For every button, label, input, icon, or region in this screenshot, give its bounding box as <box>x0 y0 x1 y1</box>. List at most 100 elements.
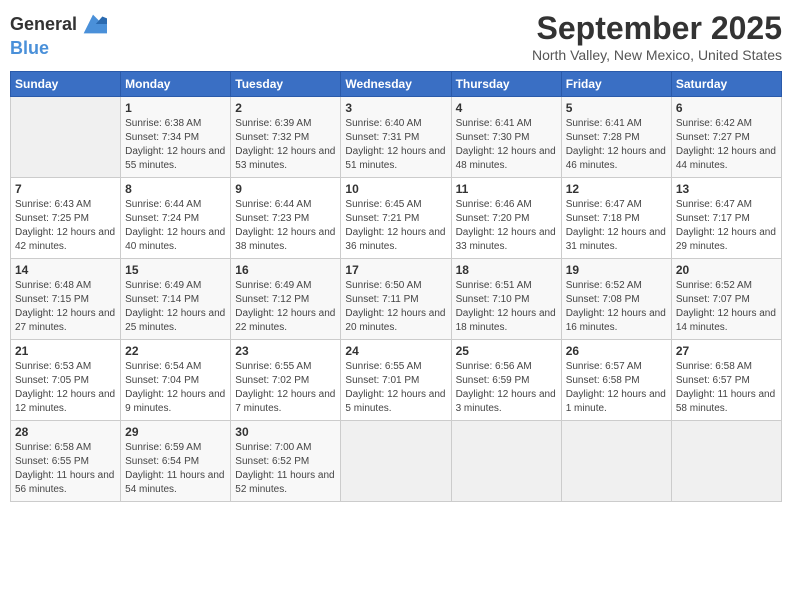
day-detail: Sunrise: 6:54 AMSunset: 7:04 PMDaylight:… <box>125 360 226 416</box>
day-detail: Sunrise: 6:58 AMSunset: 6:55 PMDaylight:… <box>15 441 116 497</box>
day-detail: Sunrise: 6:46 AMSunset: 7:20 PMDaylight:… <box>456 198 557 254</box>
calendar-day-15: 15 Sunrise: 6:49 AMSunset: 7:14 PMDayligh… <box>121 259 231 340</box>
calendar-day-empty <box>11 97 121 178</box>
day-number: 13 <box>676 182 777 196</box>
calendar-day-empty <box>341 421 451 502</box>
day-detail: Sunrise: 6:40 AMSunset: 7:31 PMDaylight:… <box>345 117 446 173</box>
day-number: 17 <box>345 263 446 277</box>
calendar-day-28: 28Sunrise: 6:58 AMSunset: 6:55 PMDayligh… <box>11 421 121 502</box>
calendar-day-14: 14 Sunrise: 6:48 AMSunset: 7:15 PMDayligh… <box>11 259 121 340</box>
title-block: September 2025 North Valley, New Mexico,… <box>532 10 782 63</box>
day-detail: Sunrise: 6:52 AMSunset: 7:07 PMDaylight:… <box>676 279 777 335</box>
day-detail: Sunrise: 6:49 AMSunset: 7:14 PMDaylight:… <box>125 279 226 335</box>
calendar-day-7: 7Sunrise: 6:43 AMSunset: 7:25 PMDaylight… <box>11 178 121 259</box>
day-number: 6 <box>676 101 777 115</box>
day-number: 27 <box>676 344 777 358</box>
day-detail: Sunrise: 6:59 AMSunset: 6:54 PMDaylight:… <box>125 441 226 497</box>
day-detail: Sunrise: 6:47 AMSunset: 7:17 PMDaylight:… <box>676 198 777 254</box>
calendar-day-24: 24 Sunrise: 6:55 AMSunset: 7:01 PMDayligh… <box>341 340 451 421</box>
day-number: 21 <box>15 344 116 358</box>
day-number: 4 <box>456 101 557 115</box>
calendar-day-16: 16 Sunrise: 6:49 AMSunset: 7:12 PMDayligh… <box>231 259 341 340</box>
month-title: September 2025 <box>532 10 782 47</box>
calendar-day-3: 3Sunrise: 6:40 AMSunset: 7:31 PMDaylight… <box>341 97 451 178</box>
day-detail: Sunrise: 6:57 AMSunset: 6:58 PMDaylight:… <box>566 360 667 416</box>
day-detail: Sunrise: 6:45 AMSunset: 7:21 PMDaylight:… <box>345 198 446 254</box>
calendar-day-25: 25 Sunrise: 6:56 AMSunset: 6:59 PMDayligh… <box>451 340 561 421</box>
day-number: 25 <box>456 344 557 358</box>
day-number: 22 <box>125 344 226 358</box>
calendar-day-4: 4 Sunrise: 6:41 AMSunset: 7:30 PMDaylight… <box>451 97 561 178</box>
calendar-day-18: 18 Sunrise: 6:51 AMSunset: 7:10 PMDayligh… <box>451 259 561 340</box>
day-number: 18 <box>456 263 557 277</box>
day-detail: Sunrise: 6:56 AMSunset: 6:59 PMDaylight:… <box>456 360 557 416</box>
weekday-header-friday: Friday <box>561 72 671 97</box>
calendar-week-row: 7Sunrise: 6:43 AMSunset: 7:25 PMDaylight… <box>11 178 782 259</box>
calendar-day-23: 23 Sunrise: 6:55 AMSunset: 7:02 PMDayligh… <box>231 340 341 421</box>
calendar-day-19: 19 Sunrise: 6:52 AMSunset: 7:08 PMDayligh… <box>561 259 671 340</box>
weekday-header-thursday: Thursday <box>451 72 561 97</box>
calendar-day-22: 22 Sunrise: 6:54 AMSunset: 7:04 PMDayligh… <box>121 340 231 421</box>
day-detail: Sunrise: 6:55 AMSunset: 7:02 PMDaylight:… <box>235 360 336 416</box>
day-number: 19 <box>566 263 667 277</box>
logo-general: General <box>10 14 77 35</box>
calendar-day-29: 29 Sunrise: 6:59 AMSunset: 6:54 PMDayligh… <box>121 421 231 502</box>
day-detail: Sunrise: 7:00 AMSunset: 6:52 PMDaylight:… <box>235 441 336 497</box>
day-number: 23 <box>235 344 336 358</box>
calendar-week-row: 21 Sunrise: 6:53 AMSunset: 7:05 PMDayligh… <box>11 340 782 421</box>
day-number: 10 <box>345 182 446 196</box>
day-number: 29 <box>125 425 226 439</box>
calendar-day-21: 21 Sunrise: 6:53 AMSunset: 7:05 PMDayligh… <box>11 340 121 421</box>
day-detail: Sunrise: 6:42 AMSunset: 7:27 PMDaylight:… <box>676 117 777 173</box>
day-number: 24 <box>345 344 446 358</box>
day-detail: Sunrise: 6:50 AMSunset: 7:11 PMDaylight:… <box>345 279 446 335</box>
calendar-day-9: 9Sunrise: 6:44 AMSunset: 7:23 PMDaylight… <box>231 178 341 259</box>
day-detail: Sunrise: 6:44 AMSunset: 7:23 PMDaylight:… <box>235 198 336 254</box>
day-detail: Sunrise: 6:55 AMSunset: 7:01 PMDaylight:… <box>345 360 446 416</box>
calendar-day-5: 5 Sunrise: 6:41 AMSunset: 7:28 PMDaylight… <box>561 97 671 178</box>
day-number: 11 <box>456 182 557 196</box>
day-detail: Sunrise: 6:47 AMSunset: 7:18 PMDaylight:… <box>566 198 667 254</box>
day-number: 12 <box>566 182 667 196</box>
calendar-week-row: 28Sunrise: 6:58 AMSunset: 6:55 PMDayligh… <box>11 421 782 502</box>
calendar-day-27: 27 Sunrise: 6:58 AMSunset: 6:57 PMDayligh… <box>671 340 781 421</box>
calendar-week-row: 1Sunrise: 6:38 AMSunset: 7:34 PMDaylight… <box>11 97 782 178</box>
day-detail: Sunrise: 6:39 AMSunset: 7:32 PMDaylight:… <box>235 117 336 173</box>
day-number: 16 <box>235 263 336 277</box>
day-detail: Sunrise: 6:51 AMSunset: 7:10 PMDaylight:… <box>456 279 557 335</box>
day-detail: Sunrise: 6:53 AMSunset: 7:05 PMDaylight:… <box>15 360 116 416</box>
day-number: 5 <box>566 101 667 115</box>
day-number: 26 <box>566 344 667 358</box>
calendar-day-empty <box>671 421 781 502</box>
day-number: 20 <box>676 263 777 277</box>
calendar-day-2: 2Sunrise: 6:39 AMSunset: 7:32 PMDaylight… <box>231 97 341 178</box>
calendar-day-20: 20 Sunrise: 6:52 AMSunset: 7:07 PMDayligh… <box>671 259 781 340</box>
day-detail: Sunrise: 6:48 AMSunset: 7:15 PMDaylight:… <box>15 279 116 335</box>
day-detail: Sunrise: 6:52 AMSunset: 7:08 PMDaylight:… <box>566 279 667 335</box>
logo: General Blue <box>10 10 107 59</box>
day-detail: Sunrise: 6:38 AMSunset: 7:34 PMDaylight:… <box>125 117 226 173</box>
day-detail: Sunrise: 6:58 AMSunset: 6:57 PMDaylight:… <box>676 360 777 416</box>
calendar-day-6: 6 Sunrise: 6:42 AMSunset: 7:27 PMDaylight… <box>671 97 781 178</box>
calendar-day-17: 17 Sunrise: 6:50 AMSunset: 7:11 PMDayligh… <box>341 259 451 340</box>
calendar-day-empty <box>561 421 671 502</box>
weekday-header-wednesday: Wednesday <box>341 72 451 97</box>
calendar-table: SundayMondayTuesdayWednesdayThursdayFrid… <box>10 71 782 502</box>
weekday-header-monday: Monday <box>121 72 231 97</box>
weekday-header-tuesday: Tuesday <box>231 72 341 97</box>
day-number: 30 <box>235 425 336 439</box>
page-header: General Blue September 2025 North Valley… <box>10 10 782 63</box>
calendar-day-13: 13 Sunrise: 6:47 AMSunset: 7:17 PMDayligh… <box>671 178 781 259</box>
day-number: 15 <box>125 263 226 277</box>
logo-blue: Blue <box>10 38 49 58</box>
day-detail: Sunrise: 6:41 AMSunset: 7:28 PMDaylight:… <box>566 117 667 173</box>
day-number: 14 <box>15 263 116 277</box>
calendar-day-30: 30 Sunrise: 7:00 AMSunset: 6:52 PMDayligh… <box>231 421 341 502</box>
day-detail: Sunrise: 6:44 AMSunset: 7:24 PMDaylight:… <box>125 198 226 254</box>
weekday-header-row: SundayMondayTuesdayWednesdayThursdayFrid… <box>11 72 782 97</box>
day-detail: Sunrise: 6:41 AMSunset: 7:30 PMDaylight:… <box>456 117 557 173</box>
calendar-day-1: 1Sunrise: 6:38 AMSunset: 7:34 PMDaylight… <box>121 97 231 178</box>
day-detail: Sunrise: 6:49 AMSunset: 7:12 PMDaylight:… <box>235 279 336 335</box>
calendar-day-empty <box>451 421 561 502</box>
weekday-header-sunday: Sunday <box>11 72 121 97</box>
